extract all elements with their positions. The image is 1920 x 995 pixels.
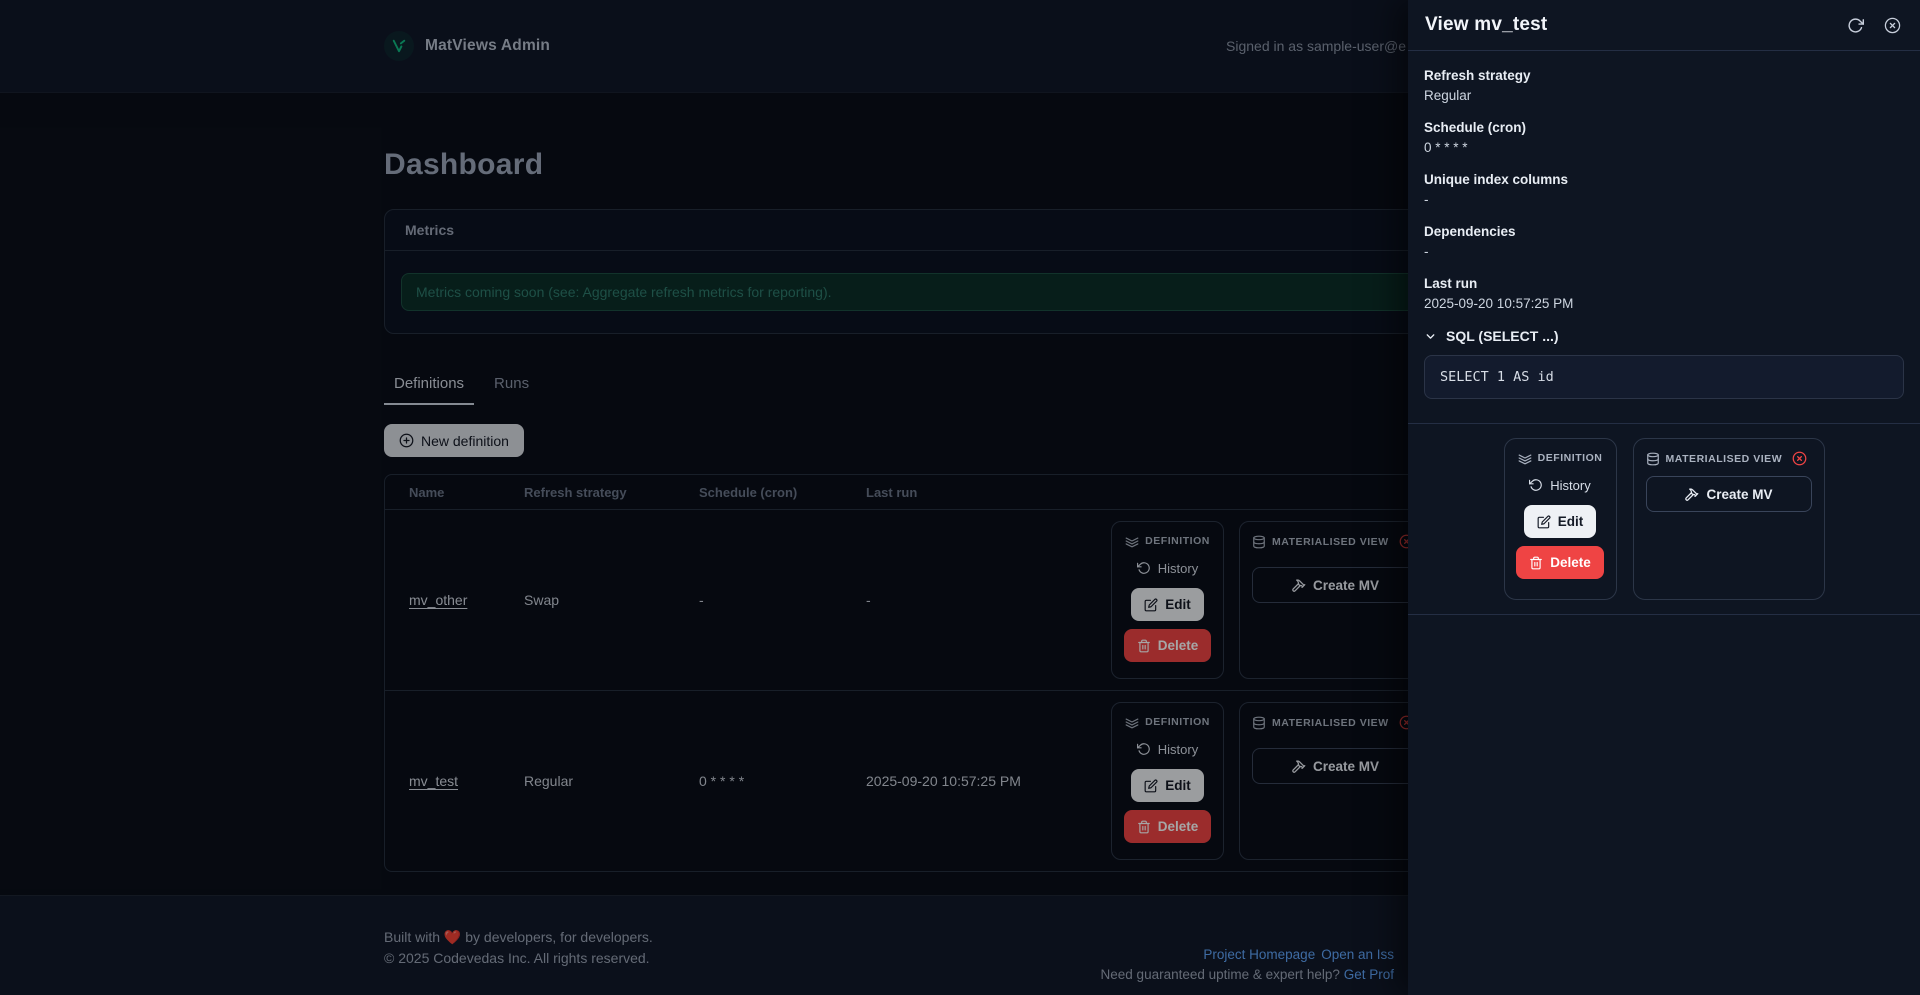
edit-button[interactable]: Edit: [1523, 505, 1597, 538]
close-button[interactable]: [1882, 15, 1903, 36]
refresh-icon: [1848, 17, 1864, 33]
definition-panel-header: DEFINITION: [1518, 451, 1603, 465]
database-icon: [1646, 452, 1659, 465]
chevron-down-icon: [1426, 333, 1435, 339]
field-label: Dependencies: [1424, 224, 1516, 239]
history-button[interactable]: History: [1523, 473, 1596, 497]
field-value: Regular: [1424, 88, 1472, 103]
sql-code-block: SELECT 1 AS id: [1424, 355, 1904, 399]
hammer-icon: [1685, 487, 1699, 501]
field-label: Unique index columns: [1424, 172, 1569, 187]
drawer-title: View mv_test: [1425, 14, 1548, 35]
materialised-view-panel: MATERIALISED VIEW Create MV: [1632, 438, 1825, 600]
sql-section-label: SQL (SELECT ...): [1446, 328, 1559, 344]
field-label: Schedule (cron): [1424, 120, 1527, 135]
app-root: MatViews Admin Signed in as sample-user@…: [0, 0, 1920, 995]
field-value: 0 * * * *: [1424, 140, 1468, 155]
sql-section-toggle[interactable]: SQL (SELECT ...): [1424, 328, 1904, 344]
definition-actions-panel: DEFINITION History Edit Delete: [1503, 438, 1617, 600]
create-mv-button[interactable]: Create MV: [1645, 476, 1812, 512]
field-label: Last run: [1424, 276, 1478, 291]
field-value: -: [1424, 192, 1429, 207]
edit-icon: [1537, 515, 1551, 528]
history-icon: [1529, 479, 1543, 491]
field-value: -: [1424, 244, 1429, 259]
close-circle-icon: [1884, 17, 1901, 33]
layers-icon: [1518, 454, 1532, 465]
drawer-header: View mv_test: [1408, 0, 1920, 51]
trash-icon: [1530, 556, 1543, 569]
field-label: Refresh strategy: [1424, 68, 1531, 83]
delete-button[interactable]: Delete: [1516, 546, 1604, 579]
drawer-action-cards: DEFINITION History Edit Delete MATERIALI…: [1408, 423, 1920, 615]
refresh-button[interactable]: [1845, 15, 1866, 36]
field-value: 2025-09-20 10:57:25 PM: [1424, 296, 1574, 311]
materialised-panel-header: MATERIALISED VIEW: [1646, 451, 1812, 466]
mv-missing-badge-icon: [1792, 451, 1807, 466]
drawer-body: Refresh strategy Regular Schedule (cron)…: [1408, 51, 1920, 399]
view-definition-drawer: View mv_test Refresh strategy Regular Sc…: [1408, 0, 1920, 995]
